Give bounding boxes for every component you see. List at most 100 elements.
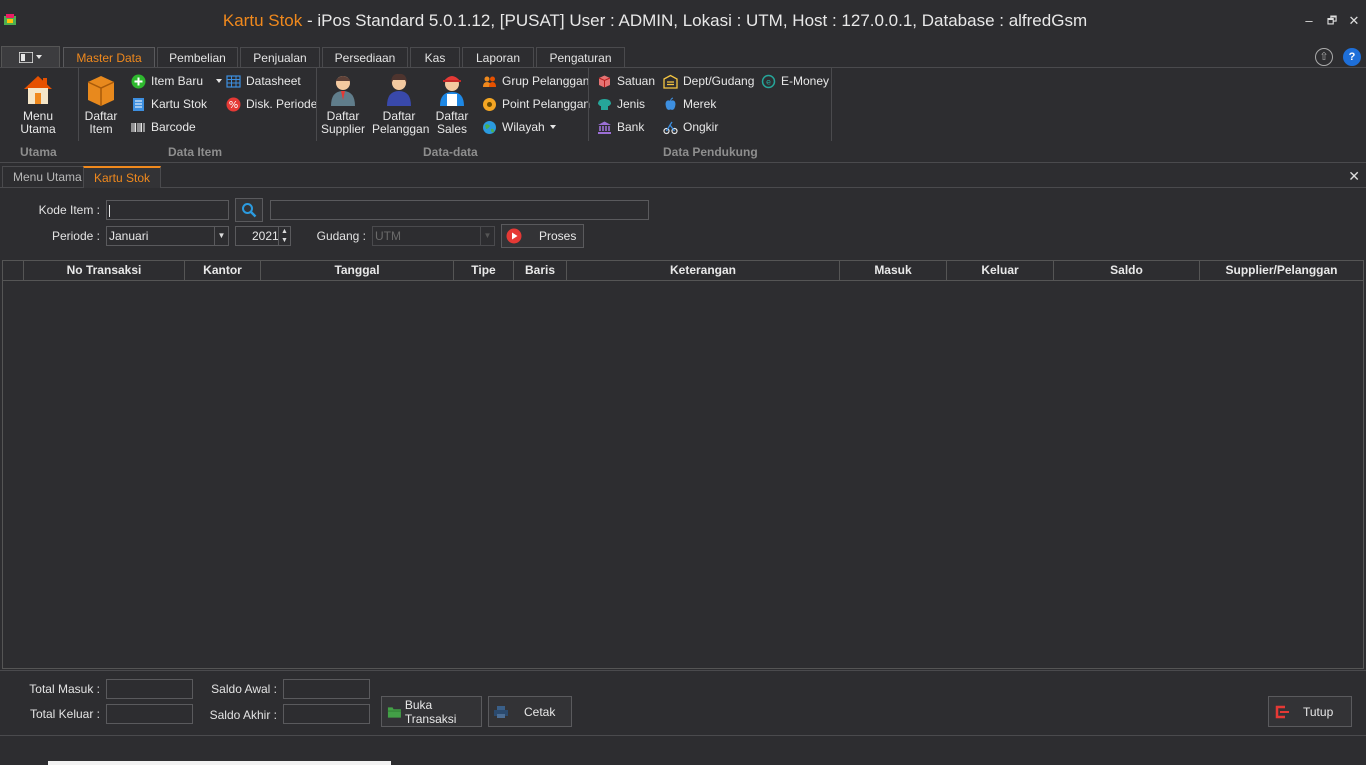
periode-select[interactable]: Januari ▼: [106, 226, 229, 246]
chevron-down-icon: [549, 125, 556, 129]
close-tab-icon[interactable]: ✕: [1348, 168, 1360, 185]
collapse-ribbon-icon[interactable]: ⇧: [1315, 48, 1333, 66]
total-masuk-field: [106, 679, 193, 699]
column-header[interactable]: Baris: [514, 261, 567, 281]
kode-item-label: Kode Item :: [38, 203, 100, 217]
restore-button[interactable]: 🗗: [1323, 12, 1341, 30]
daftar-pelanggan-button[interactable]: Daftar Pelanggan: [372, 72, 429, 136]
dept-gudang-label: Dept/Gudang: [683, 74, 755, 88]
datasheet-button[interactable]: Datasheet: [226, 71, 301, 91]
dept-gudang-button[interactable]: Dept/Gudang: [663, 71, 754, 91]
grup-pelanggan-button[interactable]: Grup Pelanggan: [482, 71, 589, 91]
application-menu-button[interactable]: [1, 46, 60, 68]
proses-button[interactable]: Proses: [501, 224, 584, 248]
doc-tab-kartu-stok[interactable]: Kartu Stok: [83, 166, 162, 188]
text-cursor: [109, 204, 110, 217]
coin-icon: [483, 97, 496, 111]
menu-utama-button[interactable]: Menu Utama: [6, 72, 70, 136]
taskbar-strip: [48, 761, 391, 765]
daftar-sales-button[interactable]: Daftar Sales: [433, 72, 471, 136]
people-group-icon: [483, 76, 496, 87]
column-header[interactable]: Saldo: [1054, 261, 1200, 281]
merek-button[interactable]: Merek: [663, 94, 716, 114]
minimize-button[interactable]: –: [1300, 12, 1318, 30]
tutup-button[interactable]: Tutup: [1268, 696, 1352, 727]
tab-pembelian[interactable]: Pembelian: [157, 47, 238, 68]
cetak-label: Cetak: [524, 704, 556, 719]
chevron-down-icon: ▼: [480, 227, 494, 245]
spin-arrows-icon[interactable]: ▲ ▼: [278, 227, 290, 245]
kode-item-input[interactable]: [106, 200, 229, 220]
gudang-value: UTM: [375, 229, 401, 243]
year-spinner[interactable]: 2021 ▲ ▼: [235, 226, 291, 246]
year-value: 2021: [252, 229, 279, 243]
box-icon: [87, 76, 115, 106]
bank-label: Bank: [617, 120, 645, 134]
kartu-stok-button[interactable]: Kartu Stok: [131, 94, 207, 114]
play-icon: [506, 228, 522, 244]
disk-periode-button[interactable]: % Disk. Periode: [226, 94, 317, 114]
tab-laporan[interactable]: Laporan: [462, 47, 534, 68]
cube-icon: [598, 75, 611, 87]
group-label-data-pendukung: Data Pendukung: [663, 145, 758, 159]
point-pelanggan-label: Point Pelanggan: [502, 97, 591, 111]
supplier-person-icon: [331, 76, 355, 106]
column-header[interactable]: Keluar: [947, 261, 1054, 281]
barcode-button[interactable]: Barcode: [131, 117, 196, 137]
tutup-label: Tutup: [1303, 704, 1334, 719]
printer-icon: [494, 705, 508, 718]
title-bar: Kartu Stok - iPos Standard 5.0.1.12, [PU…: [0, 0, 1366, 42]
cetak-button[interactable]: Cetak: [488, 696, 572, 727]
chevron-down-icon[interactable]: ▼: [214, 227, 228, 245]
bicycle-delivery-icon: [663, 121, 678, 134]
saldo-awal-label: Saldo Awal :: [211, 682, 277, 696]
tab-master-data[interactable]: Master Data: [63, 47, 155, 69]
column-header[interactable]: No Transaksi: [24, 261, 185, 281]
column-header[interactable]: Keterangan: [567, 261, 840, 281]
daftar-supplier-button[interactable]: Daftar Supplier: [321, 72, 365, 136]
sales-person-icon: [440, 76, 464, 106]
group-label-data-item: Data Item: [168, 145, 223, 159]
group-separator: [316, 68, 317, 141]
column-header[interactable]: Tanggal: [261, 261, 454, 281]
footer-panel: Total Masuk : Total Keluar : Saldo Awal …: [0, 670, 1366, 736]
buka-transaksi-label: Buka Transaksi: [404, 697, 457, 726]
point-pelanggan-button[interactable]: Point Pelanggan: [482, 94, 590, 114]
kartu-stok-grid[interactable]: No Transaksi Kantor Tanggal Tipe Baris K…: [2, 260, 1364, 669]
jenis-label: Jenis: [617, 97, 646, 111]
customer-person-icon: [387, 73, 411, 106]
column-header[interactable]: Supplier/Pelanggan: [1200, 261, 1363, 281]
tab-kas[interactable]: Kas: [410, 47, 460, 68]
total-keluar-label: Total Keluar :: [29, 707, 100, 721]
column-header[interactable]: Masuk: [840, 261, 947, 281]
ongkir-button[interactable]: Ongkir: [663, 117, 718, 137]
tab-penjualan[interactable]: Penjualan: [240, 47, 320, 68]
wilayah-button[interactable]: Wilayah: [482, 117, 556, 137]
doc-tab-menu-utama[interactable]: Menu Utama: [2, 166, 93, 188]
tab-pengaturan[interactable]: Pengaturan: [536, 47, 625, 68]
search-item-button[interactable]: [235, 198, 263, 222]
tab-persediaan[interactable]: Persediaan: [322, 47, 408, 68]
discount-icon: %: [226, 97, 241, 111]
item-baru-button[interactable]: Item Baru: [131, 71, 223, 91]
column-header[interactable]: Kantor: [185, 261, 261, 281]
buka-transaksi-button[interactable]: Buka Transaksi: [381, 696, 482, 727]
item-name-display: [270, 200, 649, 220]
exit-door-icon: [1275, 705, 1289, 718]
daftar-item-button[interactable]: Daftar Item: [82, 72, 120, 136]
grid-indicator-column: [3, 261, 24, 281]
gudang-label: Gudang :: [316, 229, 366, 243]
close-window-button[interactable]: ✕: [1345, 12, 1363, 30]
document-list-icon: [133, 97, 144, 111]
column-header[interactable]: Tipe: [454, 261, 514, 281]
e-money-button[interactable]: e E-Money: [761, 71, 829, 91]
jenis-button[interactable]: Jenis: [597, 94, 645, 114]
open-folder-icon: [387, 706, 401, 718]
home-icon: [24, 76, 52, 104]
satuan-button[interactable]: Satuan: [597, 71, 655, 91]
bank-button[interactable]: Bank: [597, 117, 644, 137]
plus-circle-icon: [131, 74, 146, 88]
help-icon[interactable]: ?: [1343, 48, 1361, 66]
wilayah-label: Wilayah: [502, 120, 545, 134]
ribbon-panel: Menu Utama Utama Daftar Item Item Baru K…: [0, 67, 1366, 163]
